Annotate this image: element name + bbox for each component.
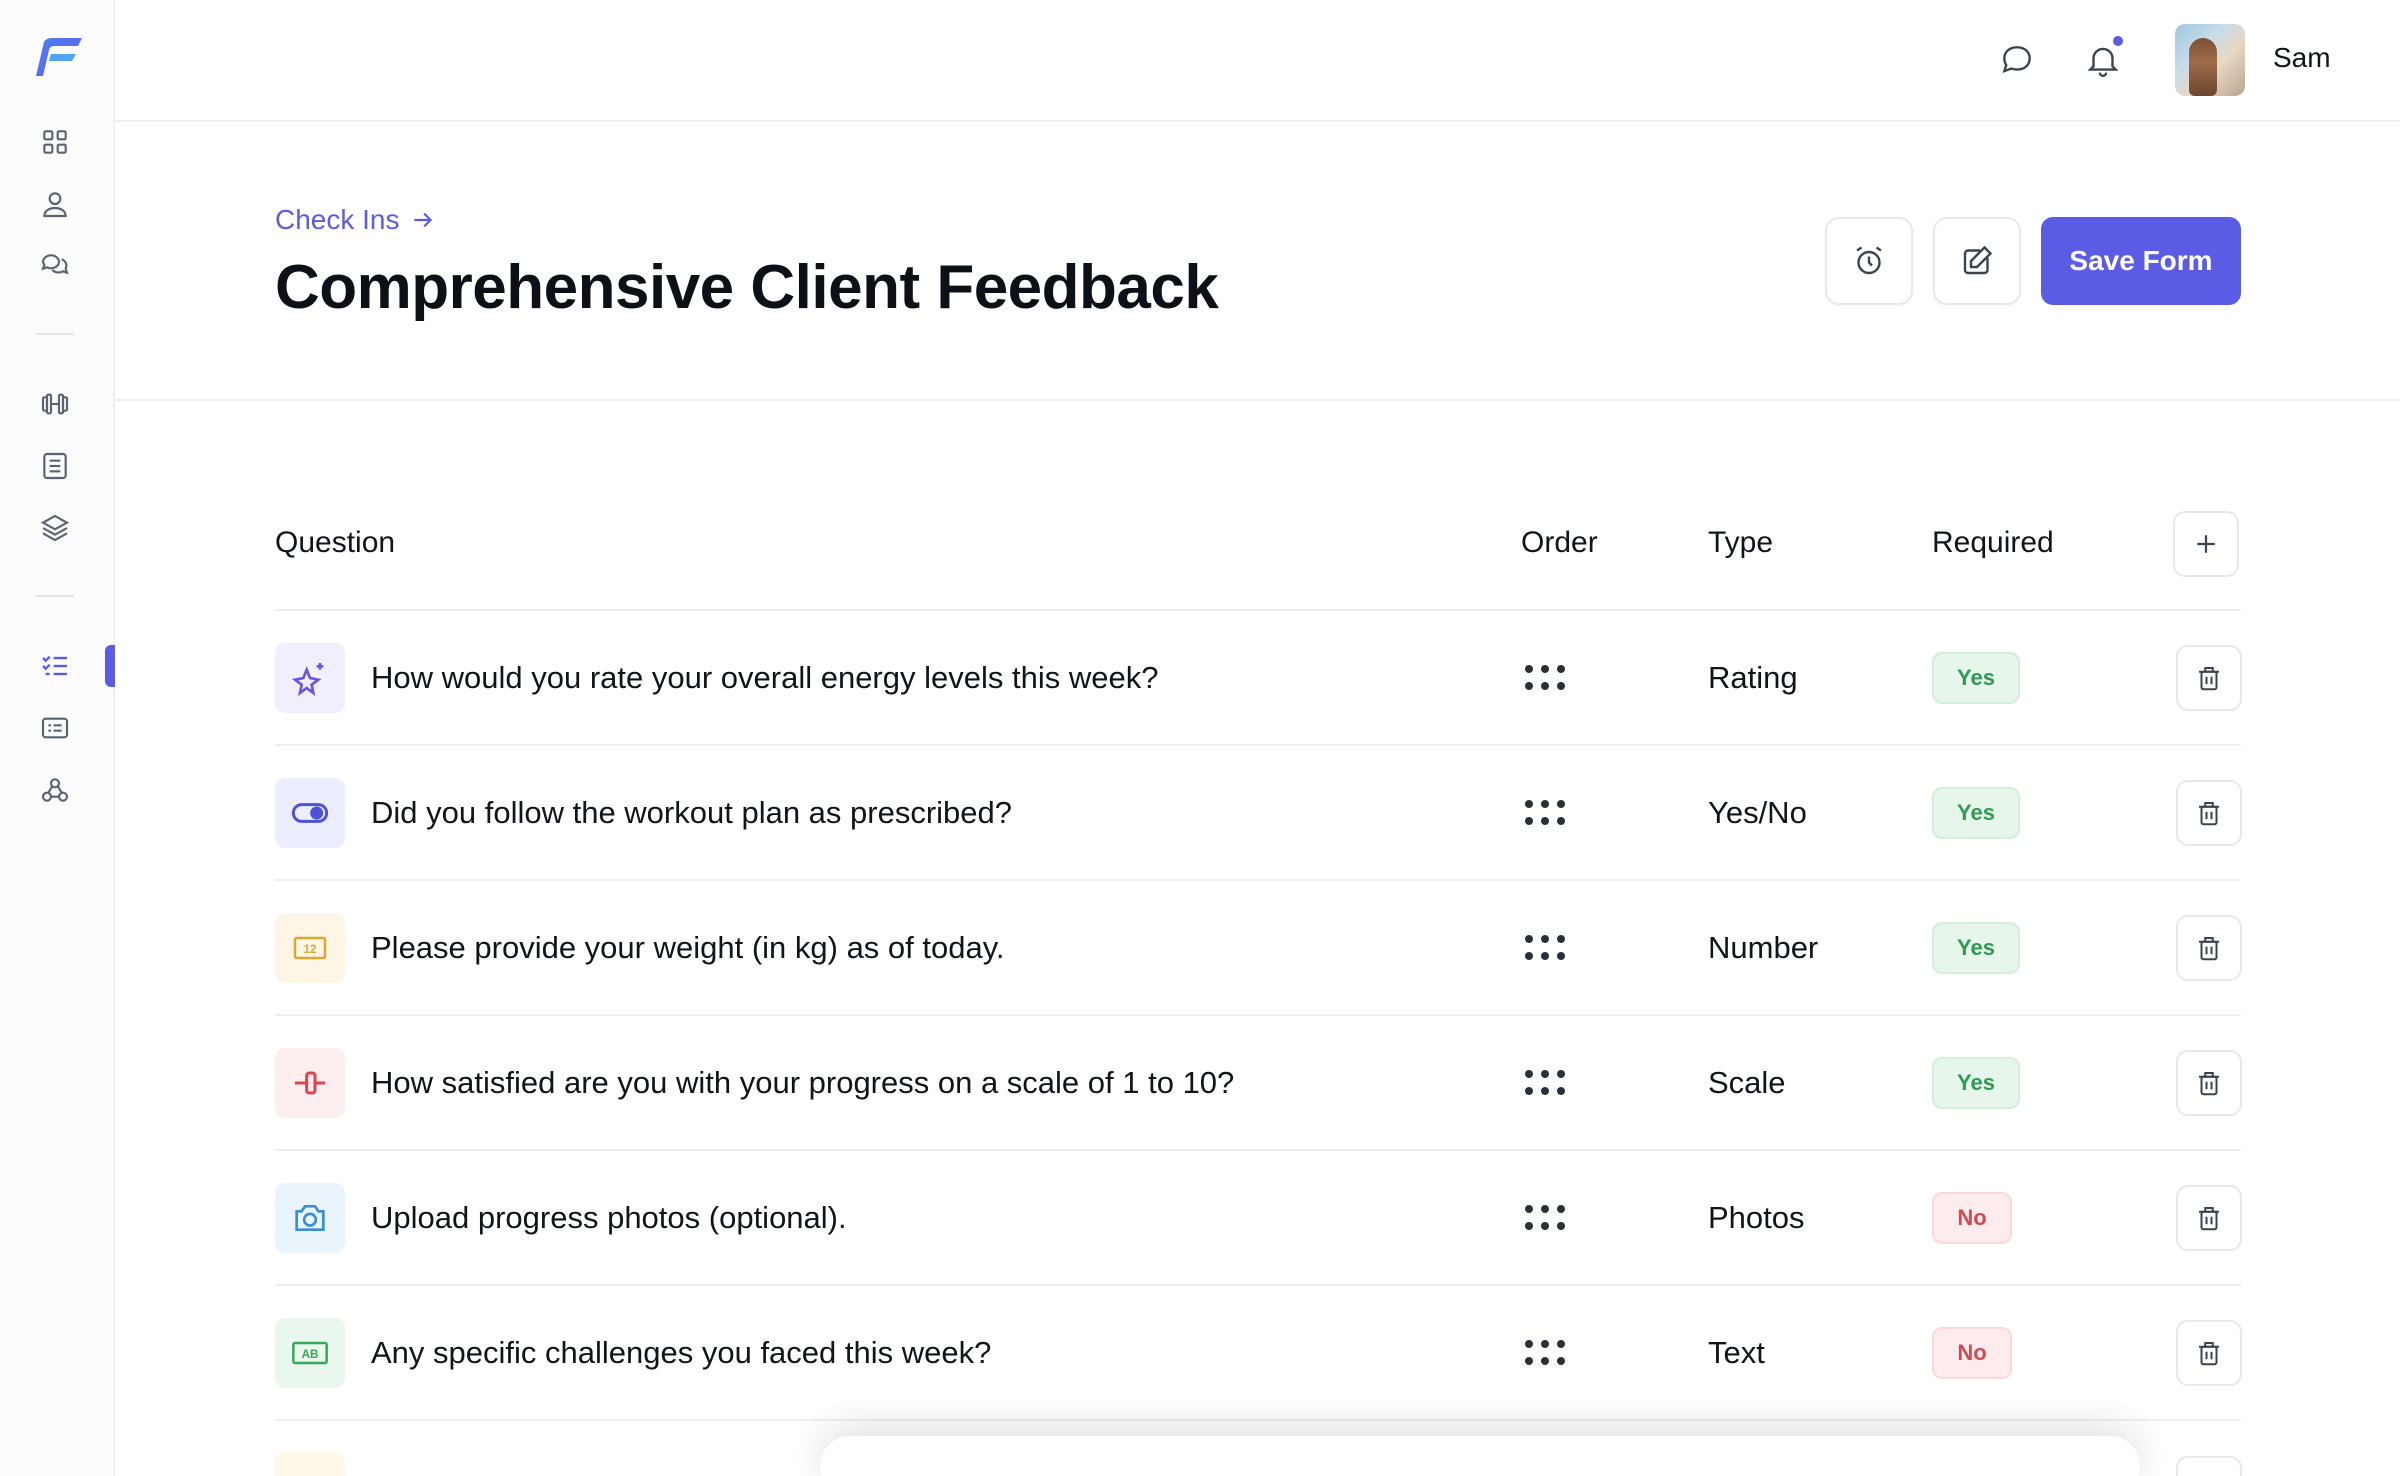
question-text[interactable]: Any specific challenges you faced this w… [371,1335,991,1371]
required-badge[interactable]: Yes [1932,652,2020,704]
trash-icon [2199,1207,2219,1231]
table-row: Did you follow the workout plan as presc… [275,745,2242,880]
delete-question-button[interactable] [2176,645,2242,711]
trash-icon [2199,1342,2219,1366]
required-badge[interactable]: Yes [1932,787,2020,839]
chat-icon[interactable] [33,244,77,288]
avatar-photo [2189,38,2217,96]
table-row: 12 Please provide your weight (in kg) as… [275,880,2242,1015]
question-type: Number [1708,930,1819,965]
toggle-icon [275,778,345,848]
question-text[interactable]: Upload progress photos (optional). [371,1200,847,1236]
number-icon: 12 [275,913,345,983]
text-ab-icon: AB [275,1318,345,1388]
question-text[interactable]: How would you rate your overall energy l… [371,660,1158,696]
question-type-icon [275,1452,345,1476]
delete-question-button[interactable] [2176,1185,2242,1251]
trash-icon [2199,802,2219,826]
avatar[interactable] [2175,24,2245,96]
list-icon[interactable] [33,444,77,488]
delete-question-button[interactable] [2176,780,2242,846]
notifications-bell-icon[interactable] [2081,34,2125,82]
row-divider [275,1419,2241,1421]
save-form-button[interactable]: Save Form [2041,217,2241,305]
header-divider [115,399,2400,401]
question-type: Text [1708,1335,1765,1370]
drag-handle-icon[interactable] [1525,1070,1565,1096]
top-bar [115,0,2400,122]
svg-text:AB: AB [302,1348,319,1361]
user-icon[interactable] [33,182,77,226]
question-type: Photos [1708,1200,1805,1235]
active-nav-marker [105,645,115,687]
sidebar-divider [36,333,74,335]
schedule-button[interactable] [1825,217,1913,305]
trash-icon [2199,937,2219,961]
drag-handle-icon[interactable] [1525,1340,1565,1366]
sidebar [0,0,115,1476]
breadcrumb-label[interactable]: Check Ins [275,204,400,236]
scale-slider-icon [275,1048,345,1118]
layers-icon[interactable] [33,506,77,550]
alarm-clock-icon [1856,246,1882,275]
drag-handle-icon[interactable] [1525,935,1565,961]
sparkle-star-icon [275,643,345,713]
add-question-button[interactable] [2173,511,2239,577]
plus-icon [2197,535,2215,553]
delete-question-button[interactable] [2176,1050,2242,1116]
delete-question-button[interactable] [2176,1320,2242,1386]
trash-icon [2199,667,2219,691]
checklist-icon[interactable] [33,644,77,688]
table-row: AB Any specific challenges you faced thi… [275,1285,2242,1420]
column-header-required: Required [1932,526,2054,559]
question-type: Rating [1708,660,1798,695]
arrow-right-icon [413,212,432,228]
table-row: Upload progress photos (optional). Photo… [275,1150,2242,1285]
column-header-question: Question [275,526,396,559]
delete-question-button[interactable] [2176,1456,2242,1476]
dumbbell-icon[interactable] [33,382,77,426]
trash-icon [2199,1072,2219,1096]
page-title: Comprehensive Client Feedback [275,253,1219,322]
form-card-icon[interactable] [33,706,77,750]
question-type: Scale [1708,1065,1786,1100]
dashboard-grid-icon[interactable] [33,120,77,164]
drag-handle-icon[interactable] [1525,665,1565,691]
camera-icon [275,1183,345,1253]
question-type: Yes/No [1708,795,1807,830]
floating-panel-shadow [820,1436,2140,1476]
required-badge[interactable]: Yes [1932,1057,2020,1109]
column-header-order: Order [1521,526,1598,559]
app-logo[interactable] [36,36,84,80]
delete-question-button[interactable] [2176,915,2242,981]
required-badge[interactable]: No [1932,1327,2012,1379]
webhook-icon[interactable] [33,768,77,812]
sidebar-divider [36,595,74,597]
table-row: How would you rate your overall energy l… [275,610,2242,745]
question-text[interactable]: How satisfied are you with your progress… [371,1065,1234,1101]
drag-handle-icon[interactable] [1525,1205,1565,1231]
required-badge[interactable]: No [1932,1192,2012,1244]
required-badge[interactable]: Yes [1932,922,2020,974]
breadcrumb[interactable]: Check Ins [275,204,436,236]
question-text[interactable]: Please provide your weight (in kg) as of… [371,930,1005,966]
user-name[interactable]: Sam [2273,42,2331,74]
edit-pencil-icon [1963,245,1993,275]
edit-button[interactable] [1933,217,2021,305]
svg-text:12: 12 [304,943,317,956]
notification-dot [2111,34,2125,48]
table-row: How satisfied are you with your progress… [275,1015,2242,1150]
question-text[interactable]: Did you follow the workout plan as presc… [371,795,1012,831]
column-header-type: Type [1708,526,1774,559]
messages-icon[interactable] [1995,38,2039,82]
drag-handle-icon[interactable] [1525,800,1565,826]
